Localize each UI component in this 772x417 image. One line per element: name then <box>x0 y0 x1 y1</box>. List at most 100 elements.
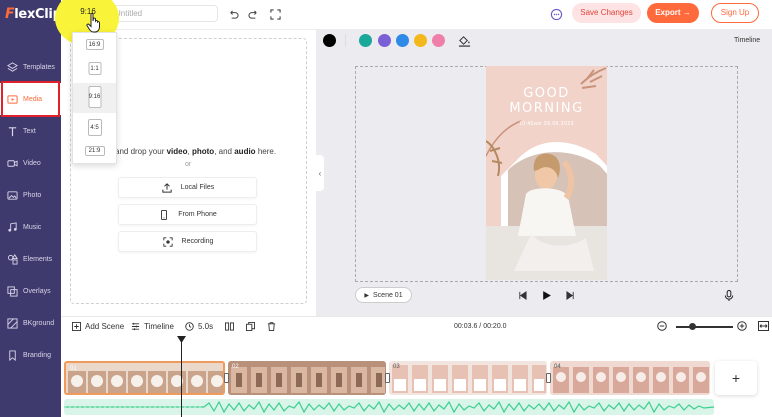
greeting-title: GOOD MORNING <box>486 86 607 116</box>
export-button[interactable]: Export → <box>647 3 699 23</box>
color-swatch-black[interactable] <box>323 34 336 47</box>
collapse-panel-button[interactable]: ‹ <box>316 155 324 191</box>
sidebar-item-video[interactable]: Video <box>0 147 61 179</box>
transition-marker[interactable] <box>224 373 229 383</box>
ratio-option-4-5[interactable]: 4:5 <box>87 119 102 136</box>
text-icon <box>5 124 19 138</box>
chevron-left-icon: ‹ <box>318 168 322 178</box>
ratio-option-21-9[interactable]: 21:9 <box>84 146 105 156</box>
clip-number: 01 <box>70 366 77 372</box>
local-files-button[interactable]: Local Files <box>118 177 257 198</box>
color-swatch-pink[interactable] <box>432 34 445 47</box>
clip-number: 04 <box>554 364 561 370</box>
color-swatch-blue[interactable] <box>396 34 409 47</box>
sidebar-item-label: Text <box>23 127 36 135</box>
delete-icon[interactable] <box>267 322 276 331</box>
recording-button[interactable]: Recording <box>118 231 257 252</box>
timeline-button[interactable]: Timeline <box>131 322 174 331</box>
branding-icon <box>5 348 19 362</box>
sidebar-item-elements[interactable]: Elements <box>0 243 61 275</box>
app-logo[interactable]: FlexClip <box>5 6 62 22</box>
color-swatch-yellow[interactable] <box>414 34 427 47</box>
fill-bucket-icon[interactable] <box>458 34 471 49</box>
greeting-line-2: MORNING <box>509 101 584 116</box>
overlays-icon <box>5 284 19 298</box>
upload-icon <box>161 182 173 194</box>
playback-time: 00:03.6 / 00:20.0 <box>454 323 507 330</box>
drop-audio: audio <box>234 147 256 156</box>
aspect-ratio-menu: 16:9 1:1 9:16 4:5 21:9 <box>72 32 117 164</box>
timeline-toggle[interactable]: Timeline <box>734 37 760 44</box>
color-swatch-teal[interactable] <box>359 34 372 47</box>
sidebar-item-templates[interactable]: Templates <box>0 51 61 83</box>
clip-number: 02 <box>232 364 239 370</box>
from-phone-button[interactable]: From Phone <box>118 204 257 225</box>
scene-label: Scene 01 <box>373 291 403 299</box>
transition-marker[interactable] <box>546 373 551 383</box>
play-icon[interactable] <box>540 289 552 301</box>
phone-icon <box>158 209 170 221</box>
previous-icon[interactable] <box>516 289 528 301</box>
microphone-icon[interactable] <box>723 289 735 301</box>
drop-comma-and: , and <box>214 147 232 156</box>
drop-video: video <box>166 147 188 156</box>
zoom-slider-handle[interactable] <box>689 323 696 330</box>
scene-clip-02[interactable]: 02 <box>228 361 386 395</box>
fit-timeline-icon[interactable] <box>758 321 769 331</box>
photo-icon <box>5 188 19 202</box>
zoom-in-icon[interactable] <box>737 321 747 331</box>
ratio-option-9-16[interactable]: 9:16 <box>88 86 101 108</box>
scene-clip-01[interactable]: 01 <box>64 361 225 395</box>
sign-up-button[interactable]: Sign Up <box>711 3 759 23</box>
audio-track[interactable] <box>64 399 714 415</box>
add-scene-plus-button[interactable]: + <box>715 361 757 395</box>
timeline-toolbar: Add Scene Timeline 5.0s 00:03.6 / 00:20.… <box>61 316 772 336</box>
redo-icon[interactable] <box>246 7 260 21</box>
transition-marker[interactable] <box>385 373 390 383</box>
sidebar-item-photo[interactable]: Photo <box>0 179 61 211</box>
clip-thumbnails <box>392 365 546 393</box>
zoom-slider-track[interactable] <box>676 326 733 328</box>
play-small-icon: ▶ <box>364 292 370 299</box>
sidebar-item-bkground[interactable]: BKground <box>0 307 61 339</box>
greeting-time: 10:45am 26.06.2023 <box>519 121 574 127</box>
project-title-input[interactable]: Untitled <box>108 5 218 22</box>
sidebar-item-branding[interactable]: Branding <box>0 339 61 371</box>
clock-icon <box>185 322 194 331</box>
scene-selector[interactable]: ▶ Scene 01 <box>355 287 412 303</box>
add-scene-button[interactable]: Add Scene <box>72 322 124 331</box>
audio-waveform <box>64 400 714 414</box>
drop-prefix: and drop your <box>115 147 165 156</box>
sidebar-item-label: Branding <box>23 351 52 359</box>
duplicate-icon[interactable] <box>246 322 255 331</box>
hand-cursor-icon <box>86 13 100 33</box>
color-swatch-purple[interactable] <box>378 34 391 47</box>
sidebar-item-text[interactable]: Text <box>0 115 61 147</box>
top-bar: Untitled Save Changes Export → Sign Up <box>61 0 772 30</box>
logo-first-letter: F <box>5 6 15 22</box>
undo-icon[interactable] <box>226 7 240 21</box>
scene-clip-04[interactable]: 04 <box>550 361 710 395</box>
video-preview[interactable]: GOOD MORNING 10:45am 26.06.2023 <box>486 66 607 280</box>
split-icon[interactable] <box>225 322 234 331</box>
sidebar-item-label: BKground <box>23 319 55 327</box>
drop-suffix: here. <box>257 147 277 156</box>
sidebar-item-overlays[interactable]: Overlays <box>0 275 61 307</box>
playhead-line[interactable] <box>181 337 182 417</box>
ratio-option-16-9[interactable]: 16:9 <box>85 39 104 50</box>
chat-icon[interactable] <box>549 7 563 21</box>
sidebar-item-music[interactable]: Music <box>0 211 61 243</box>
sidebar-item-label: Music <box>23 223 42 231</box>
drop-photo: photo <box>191 147 215 156</box>
fullscreen-icon[interactable] <box>268 7 282 21</box>
ratio-option-1-1[interactable]: 1:1 <box>88 62 101 75</box>
duration-button[interactable]: 5.0s <box>185 322 213 331</box>
next-icon[interactable] <box>564 289 576 301</box>
recording-label: Recording <box>181 238 214 245</box>
sidebar-item-label: Photo <box>23 191 42 199</box>
zoom-out-icon[interactable] <box>657 321 667 331</box>
local-files-label: Local Files <box>180 184 215 191</box>
swatch-divider <box>345 34 346 47</box>
save-changes-button[interactable]: Save Changes <box>572 3 641 23</box>
scene-clip-03[interactable]: 03 <box>389 361 547 395</box>
